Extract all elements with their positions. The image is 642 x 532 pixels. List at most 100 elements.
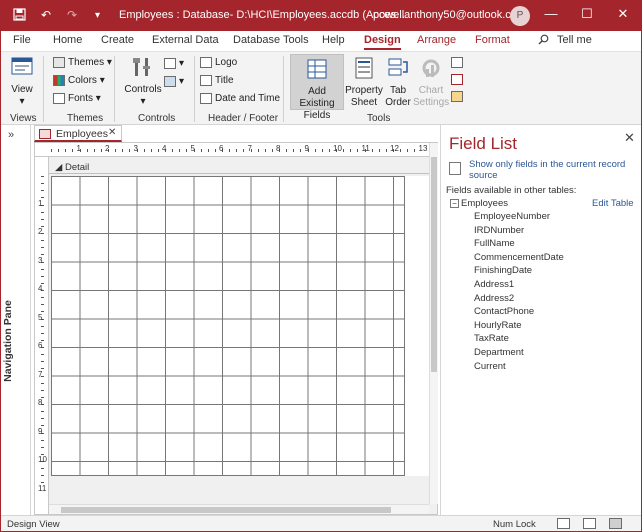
collapse-icon[interactable]: − xyxy=(450,199,459,208)
tell-me-input[interactable]: Tell me xyxy=(557,34,592,46)
filter-icon[interactable] xyxy=(449,162,461,175)
list-item[interactable]: Address1 xyxy=(474,279,564,293)
list-item[interactable]: FullName xyxy=(474,238,564,252)
tab-order-button[interactable]: Tab Order xyxy=(383,57,413,109)
property-label-1: Property xyxy=(345,85,383,96)
tab-home[interactable]: Home xyxy=(53,34,82,46)
insert-control-button[interactable]: ▾ xyxy=(164,76,184,87)
ruler-tick xyxy=(407,149,409,152)
property-sheet-button[interactable]: Property Sheet xyxy=(345,57,383,109)
list-item[interactable]: Department xyxy=(474,347,564,361)
detail-label-text: Detail xyxy=(64,162,90,173)
avatar[interactable]: P xyxy=(510,6,530,26)
vertical-scroll-thumb[interactable] xyxy=(431,157,437,372)
chart-settings-button[interactable]: Chart Settings xyxy=(413,57,449,109)
ruler-label: 5 xyxy=(190,144,195,153)
ruler-label: 9 xyxy=(38,426,43,436)
horizontal-ruler[interactable]: 1 2 3 4 5 6 7 8 9 10 11 12 13 xyxy=(35,143,437,157)
list-item[interactable]: Address2 xyxy=(474,293,564,307)
ruler-tick xyxy=(400,149,402,152)
ruler-tick xyxy=(41,411,44,413)
date-time-button[interactable]: Date and Time xyxy=(200,93,280,104)
account-email[interactable]: powellanthony50@outlook.com xyxy=(373,9,526,21)
list-item[interactable]: CommencementDate xyxy=(474,252,564,266)
save-icon[interactable] xyxy=(13,8,26,24)
add-existing-fields-button[interactable]: Add Existing Fields xyxy=(290,54,344,121)
title-button[interactable]: Title xyxy=(200,75,234,86)
ruler-tick xyxy=(314,149,316,152)
tab-file[interactable]: File xyxy=(13,34,31,46)
ruler-label: 8 xyxy=(276,144,281,153)
property-label-2: Sheet xyxy=(350,97,378,108)
controls-button[interactable]: Controls ▾ xyxy=(122,56,164,108)
tab-format[interactable]: Format xyxy=(475,34,510,46)
ruler-tick xyxy=(150,149,152,152)
tab-design[interactable]: Design xyxy=(364,34,401,50)
ruler-label: 4 xyxy=(38,284,43,293)
image-icon xyxy=(164,58,176,69)
image-gallery-button[interactable]: ▾ xyxy=(164,58,184,69)
navigation-pane[interactable]: » Navigation Pane xyxy=(1,125,31,515)
ruler-label: 6 xyxy=(219,144,224,153)
horizontal-scroll-thumb[interactable] xyxy=(61,507,391,513)
status-bar: Design View Num Lock xyxy=(1,515,641,531)
list-item[interactable]: HourlyRate xyxy=(474,320,564,334)
ruler-label: 13 xyxy=(418,144,428,153)
convert-macros-icon[interactable] xyxy=(451,91,463,102)
vertical-ruler[interactable]: 1 2 3 4 5 6 7 8 9 10 11 xyxy=(35,157,49,514)
tools-icon xyxy=(122,56,164,82)
close-icon[interactable]: ✕ xyxy=(624,130,635,146)
tab-create[interactable]: Create xyxy=(101,34,134,46)
detail-grid[interactable] xyxy=(51,176,405,476)
design-view-icon[interactable] xyxy=(609,518,622,529)
form-view-icon[interactable] xyxy=(557,518,570,529)
list-item[interactable]: Current xyxy=(474,361,564,375)
tab-database-tools[interactable]: Database Tools xyxy=(233,34,309,46)
table-name-employees[interactable]: Employees xyxy=(461,198,508,209)
access-window: ↶ ↷ ▾ Employees : Database- D:\HCI\Emplo… xyxy=(0,0,642,532)
tab-arrange[interactable]: Arrange xyxy=(417,34,456,46)
fonts-button[interactable]: Fonts ▾ xyxy=(53,93,101,104)
view-button[interactable]: View ▾ xyxy=(7,56,37,108)
vertical-scrollbar[interactable] xyxy=(429,143,438,504)
ruler-tick xyxy=(65,149,67,152)
add-fields-label-2: Fields xyxy=(303,110,331,121)
ruler-label: 10 xyxy=(333,144,342,153)
colors-button[interactable]: Colors ▾ xyxy=(53,75,105,86)
form-design-surface[interactable]: 1 2 3 4 5 6 7 8 9 10 11 12 13 1 2 3 4 5 6 7 8 9 10 11 ◢ Detail xyxy=(34,142,438,515)
ruler-label: 7 xyxy=(38,369,43,379)
logo-button[interactable]: Logo xyxy=(200,57,237,68)
property-sheet-icon xyxy=(345,57,383,83)
list-item[interactable]: IRDNumber xyxy=(474,225,564,239)
ruler-tick xyxy=(41,218,44,220)
list-item[interactable]: ContactPhone xyxy=(474,306,564,320)
layout-view-icon[interactable] xyxy=(583,518,596,529)
subform-icon[interactable] xyxy=(451,74,463,85)
list-item[interactable]: FinishingDate xyxy=(474,265,564,279)
search-icon[interactable] xyxy=(538,34,549,48)
tab-external-data[interactable]: External Data xyxy=(152,34,219,46)
list-item[interactable]: TaxRate xyxy=(474,333,564,347)
navigation-pane-label[interactable]: Navigation Pane xyxy=(2,300,14,382)
minimize-button[interactable]: — xyxy=(542,6,560,21)
detail-section-bar[interactable]: ◢ Detail xyxy=(49,162,429,174)
redo-icon[interactable]: ↷ xyxy=(67,8,77,22)
ruler-tick xyxy=(41,190,44,192)
edit-table-link[interactable]: Edit Table xyxy=(592,198,634,209)
themes-button[interactable]: Themes ▾ xyxy=(53,57,112,68)
customize-quick-access-icon[interactable]: ▾ xyxy=(95,10,100,21)
tab-help[interactable]: Help xyxy=(322,34,345,46)
view-code-icon[interactable] xyxy=(451,57,463,68)
logo-icon xyxy=(200,57,212,68)
tab-employees[interactable]: Employees ✕ xyxy=(34,125,122,142)
maximize-button[interactable]: ☐ xyxy=(578,6,596,22)
horizontal-scrollbar[interactable] xyxy=(49,504,429,514)
show-only-fields-link[interactable]: Show only fields in the current record s… xyxy=(469,159,629,181)
list-item[interactable]: EmployeeNumber xyxy=(474,211,564,225)
field-list-pane: Field List ✕ Show only fields in the cur… xyxy=(440,125,641,515)
ruler-tick xyxy=(157,149,159,152)
close-button[interactable]: ✕ xyxy=(614,6,632,22)
expand-navigation-icon[interactable]: » xyxy=(8,129,14,141)
close-tab-icon[interactable]: ✕ xyxy=(108,127,116,138)
undo-icon[interactable]: ↶ xyxy=(41,8,51,22)
